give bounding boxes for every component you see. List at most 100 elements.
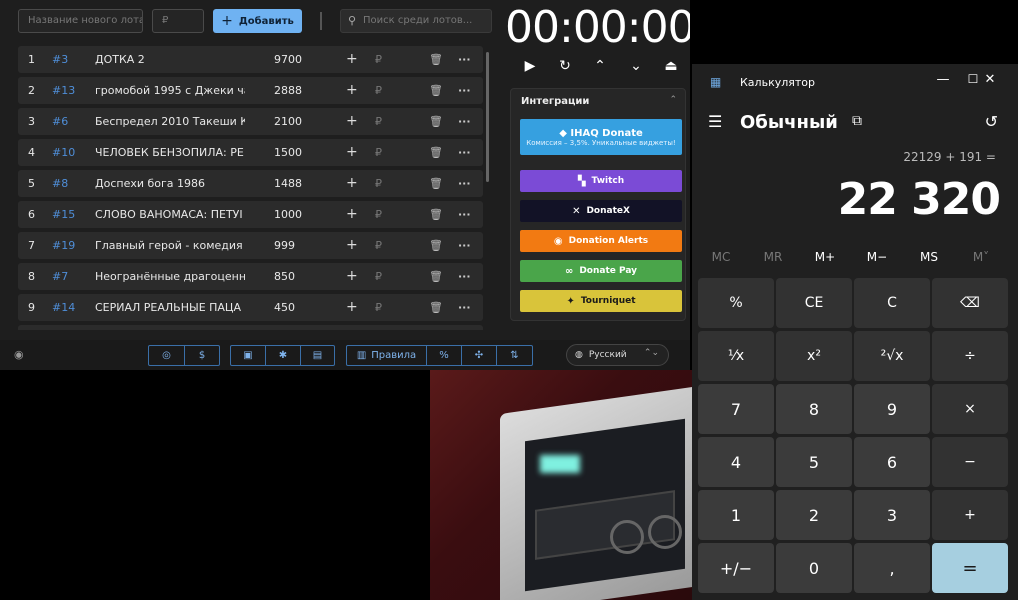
memory-button[interactable]: M+ xyxy=(799,250,851,264)
lot-currency[interactable]: ₽ xyxy=(375,263,382,290)
eye-icon[interactable]: ◉ xyxy=(14,348,24,361)
calculator-key[interactable]: C xyxy=(854,278,930,328)
calculator-key[interactable]: x² xyxy=(776,331,852,381)
calculator-key[interactable]: CE xyxy=(776,278,852,328)
lot-amount[interactable]: 1488 xyxy=(274,170,324,197)
rules-button[interactable]: ▥ Правила xyxy=(347,346,427,365)
github-icon[interactable]: ◎ xyxy=(149,346,185,365)
lot-row[interactable]: 1 #3 ДОТКА 2 9700 + ₽ 🗑 ··· xyxy=(18,46,483,73)
chevron-down-icon[interactable]: ⌄ xyxy=(626,58,646,74)
history-log-icon[interactable]: ▤ xyxy=(301,346,334,365)
language-select[interactable]: ◍ Русский ⌃⌄ xyxy=(566,344,669,366)
lot-amount[interactable]: 444 xyxy=(274,325,324,330)
trash-icon[interactable]: 🗑 xyxy=(429,170,443,197)
lot-row[interactable]: 3 #6 Беспредел 2010 Такеши Ки 2100 + ₽ 🗑 ··· xyxy=(18,108,483,135)
calculator-key[interactable]: 5 xyxy=(776,437,852,487)
add-amount-button[interactable]: + xyxy=(346,325,358,330)
calculator-key[interactable]: = xyxy=(932,543,1008,593)
calculator-key[interactable]: % xyxy=(698,278,774,328)
calculator-key[interactable]: ²√x xyxy=(854,331,930,381)
calculator-key[interactable]: × xyxy=(932,384,1008,434)
calculator-key[interactable]: +/− xyxy=(698,543,774,593)
calculator-key[interactable]: 2 xyxy=(776,490,852,540)
lot-name-input[interactable]: Название нового лота xyxy=(18,9,143,33)
lot-name[interactable]: ДОТКА 2 xyxy=(95,46,245,73)
lot-currency[interactable]: ₽ xyxy=(375,232,382,259)
memory-button[interactable]: MS xyxy=(903,250,955,264)
trash-icon[interactable]: 🗑 xyxy=(429,46,443,73)
add-amount-button[interactable]: + xyxy=(346,139,358,166)
lot-row[interactable]: 6 #15 СЛОВО ВАНОМАСА: ПЕТУІ 1000 + ₽ 🗑 ··· xyxy=(18,201,483,228)
menu-icon[interactable]: ☰ xyxy=(708,112,722,131)
calculator-key[interactable]: ¹⁄x xyxy=(698,331,774,381)
lot-name[interactable]: СЛОВО ВАНОМАСА: ПЕТУІ xyxy=(95,201,245,228)
add-amount-button[interactable]: + xyxy=(346,108,358,135)
lot-amount[interactable]: 999 xyxy=(274,232,324,259)
more-options-icon[interactable]: ··· xyxy=(458,294,471,321)
collapse-icon[interactable]: ⌃ xyxy=(669,95,677,105)
eject-icon[interactable]: ⏏ xyxy=(661,58,681,74)
calculator-key[interactable]: 8 xyxy=(776,384,852,434)
add-amount-button[interactable]: + xyxy=(346,232,358,259)
lot-currency[interactable]: ₽ xyxy=(375,46,382,73)
lot-amount[interactable]: 450 xyxy=(274,294,324,321)
lot-currency[interactable]: ₽ xyxy=(375,294,382,321)
trash-icon[interactable]: 🗑 xyxy=(429,325,443,330)
more-options-icon[interactable]: ··· xyxy=(458,232,471,259)
calculator-key[interactable]: , xyxy=(854,543,930,593)
lot-row[interactable]: 7 #19 Главный герой - комедия 999 + ₽ 🗑 ··· xyxy=(18,232,483,259)
more-options-icon[interactable]: ··· xyxy=(458,46,471,73)
more-options-icon[interactable]: ··· xyxy=(458,77,471,104)
more-options-icon[interactable]: ··· xyxy=(458,139,471,166)
lot-amount[interactable]: 2888 xyxy=(274,77,324,104)
memory-button[interactable]: MR xyxy=(747,250,799,264)
add-amount-button[interactable]: + xyxy=(346,294,358,321)
lot-currency[interactable]: ₽ xyxy=(375,325,382,330)
more-options-icon[interactable]: ··· xyxy=(458,108,471,135)
lot-amount[interactable]: 2100 xyxy=(274,108,324,135)
calculator-key[interactable]: 4 xyxy=(698,437,774,487)
lot-row[interactable]: 5 #8 Доспехи бога 1986 1488 + ₽ 🗑 ··· xyxy=(18,170,483,197)
lot-row[interactable]: 10 #9Праздник Дэнь 1994 444 + ₽ 🗑 ··· xyxy=(18,325,483,330)
trash-icon[interactable]: 🗑 xyxy=(429,232,443,259)
lot-currency[interactable]: ₽ xyxy=(375,170,382,197)
calculator-key[interactable]: 7 xyxy=(698,384,774,434)
trash-icon[interactable]: 🗑 xyxy=(429,294,443,321)
add-amount-button[interactable]: + xyxy=(346,201,358,228)
lot-currency[interactable]: ₽ xyxy=(375,139,382,166)
calculator-key[interactable]: + xyxy=(932,490,1008,540)
lot-currency[interactable]: ₽ xyxy=(375,201,382,228)
calculator-key[interactable]: − xyxy=(932,437,1008,487)
save-icon[interactable]: ▣ xyxy=(231,346,266,365)
lot-currency[interactable]: ₽ xyxy=(375,77,382,104)
history-icon[interactable]: ↺ xyxy=(985,112,998,131)
lot-name[interactable]: Праздник Дэнь 1994 xyxy=(95,325,245,330)
lot-price-input[interactable]: ₽ xyxy=(152,9,204,33)
lot-currency[interactable]: ₽ xyxy=(375,108,382,135)
keep-on-top-icon[interactable]: ⧉ xyxy=(852,113,862,129)
ihaq-donate-button[interactable]: ◆ IHAQ Donate Комиссия – 3,5%. Уникальны… xyxy=(520,119,682,155)
lot-name[interactable]: Главный герой - комедия xyxy=(95,232,245,259)
reset-icon[interactable]: ↻ xyxy=(555,58,575,74)
trash-icon[interactable]: 🗑 xyxy=(429,201,443,228)
percent-button[interactable]: % xyxy=(427,346,462,365)
integration-button[interactable]: ◉ Donation Alerts xyxy=(520,230,682,252)
more-options-icon[interactable]: ··· xyxy=(458,201,471,228)
add-lot-button[interactable]: + Добавить xyxy=(213,9,302,33)
minimize-icon[interactable]: — xyxy=(928,72,958,87)
lot-row[interactable]: 9 #14 СЕРИАЛ РЕАЛЬНЫЕ ПАЦА 450 + ₽ 🗑 ··· xyxy=(18,294,483,321)
more-options-icon[interactable]: ··· xyxy=(458,263,471,290)
memory-button[interactable]: M− xyxy=(851,250,903,264)
lot-row[interactable]: 4 #10 ЧЕЛОВЕК БЕНЗОПИЛА: РЕ 1500 + ₽ 🗑 ··· xyxy=(18,139,483,166)
lot-name[interactable]: Доспехи бога 1986 xyxy=(95,170,245,197)
memory-button[interactable]: MC xyxy=(695,250,747,264)
add-amount-button[interactable]: + xyxy=(346,170,358,197)
split-icon[interactable]: ✣ xyxy=(462,346,497,365)
integration-button[interactable]: ∞ Donate Pay xyxy=(520,260,682,282)
lot-amount[interactable]: 1500 xyxy=(274,139,324,166)
calculator-key[interactable]: 1 xyxy=(698,490,774,540)
donate-dollar-button[interactable]: $ xyxy=(185,346,219,365)
lot-name[interactable]: Неогранённые драгоценно xyxy=(95,263,245,290)
lot-amount[interactable]: 850 xyxy=(274,263,324,290)
calculator-key[interactable]: 6 xyxy=(854,437,930,487)
